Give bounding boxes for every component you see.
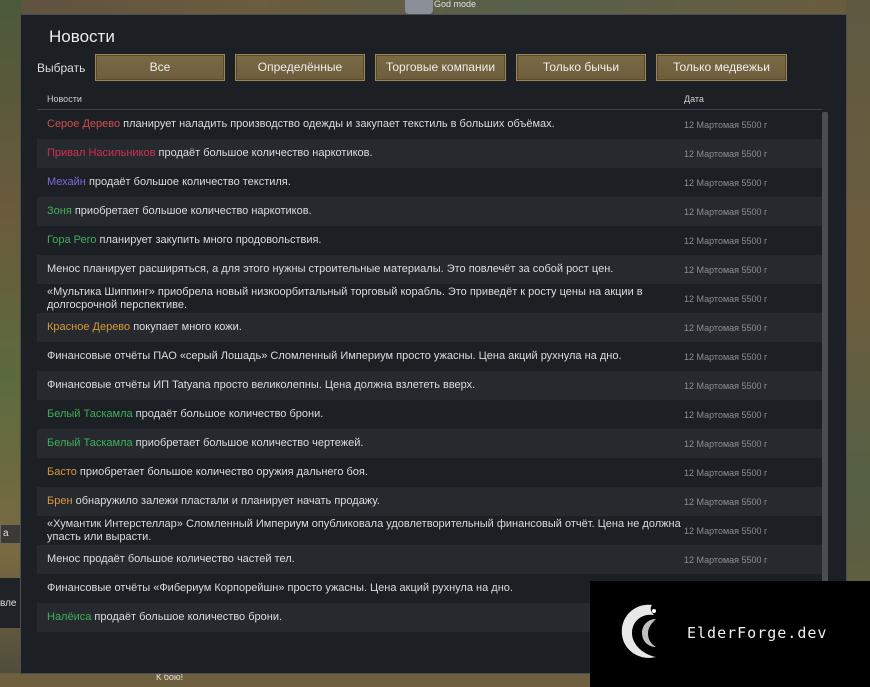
left-panel-text: вле bbox=[0, 578, 22, 628]
filter-label: Выбрать bbox=[37, 61, 86, 75]
news-message: Финансовые отчёты ИП Tatyana просто вели… bbox=[47, 379, 687, 392]
news-window: Новости Выбрать Все Определённые Торговы… bbox=[20, 14, 847, 674]
news-date: 12 Мартомая 5500 г bbox=[684, 264, 768, 275]
news-date: 12 Мартомая 5500 г bbox=[684, 148, 768, 159]
news-text: Менос планирует расширяться, а для этого… bbox=[47, 263, 614, 275]
news-entity-name: Привал Насильников bbox=[47, 147, 156, 159]
news-message: Гора Рего планирует закупить много продо… bbox=[47, 234, 687, 247]
news-row[interactable]: Мехайн продаёт большое количество тексти… bbox=[37, 168, 822, 197]
news-date: 12 Мартомая 5500 г bbox=[684, 467, 768, 478]
column-header-news[interactable]: Новости bbox=[47, 94, 82, 104]
news-row[interactable]: Гора Рего планирует закупить много продо… bbox=[37, 226, 822, 255]
news-message: Финансовые отчёты ПАО «серый Лошадь» Сло… bbox=[47, 350, 687, 363]
news-message: Менос планирует расширяться, а для этого… bbox=[47, 263, 687, 276]
filter-trade-companies-button[interactable]: Торговые компании bbox=[375, 54, 506, 81]
news-entity-name: Мехайн bbox=[47, 176, 86, 188]
news-text: покупает много кожи. bbox=[130, 321, 242, 333]
news-text: приобретает большое количество оружия да… bbox=[76, 466, 368, 478]
watermark-text: ElderForge.dev bbox=[687, 624, 828, 642]
news-message: Белый Таскамла продаёт большое количеств… bbox=[47, 408, 687, 421]
news-text: приобретает большое количество наркотико… bbox=[71, 205, 312, 217]
news-entity-name: Гора Рего bbox=[47, 234, 97, 246]
news-text: «Хумантик Интерстеллар» Сломленный Импер… bbox=[47, 517, 681, 543]
news-list[interactable]: Серое Дерево планирует наладить производ… bbox=[37, 110, 822, 645]
news-text: продаёт большое количество наркотиков. bbox=[155, 147, 373, 159]
news-row[interactable]: Басто приобретает большое количество ору… bbox=[37, 458, 822, 487]
news-text: планирует наладить производство одежды и… bbox=[120, 118, 555, 130]
news-row[interactable]: Финансовые отчёты ИП Tatyana просто вели… bbox=[37, 371, 822, 400]
news-message: Брен обнаружило залежи пластали и планир… bbox=[47, 495, 687, 508]
news-date: 12 Мартомая 5500 г bbox=[684, 438, 768, 449]
dragon-logo-icon bbox=[621, 604, 656, 658]
news-entity-name: Зоня bbox=[47, 205, 72, 217]
news-text: обнаружило залежи пластали и планирует н… bbox=[72, 495, 380, 507]
news-row[interactable]: Серое Дерево планирует наладить производ… bbox=[37, 110, 822, 139]
news-row[interactable]: Менос продаёт большое количество частей … bbox=[37, 545, 822, 574]
news-entity-name: Белый Таскамла bbox=[47, 437, 133, 449]
news-date: 12 Мартомая 5500 г bbox=[684, 177, 768, 188]
news-date: 12 Мартомая 5500 г bbox=[684, 496, 768, 507]
news-date: 12 Мартомая 5500 г bbox=[684, 119, 768, 130]
news-text: приобретает большое количество чертежей. bbox=[132, 437, 364, 449]
news-date: 12 Мартомая 5500 г bbox=[684, 235, 768, 246]
news-row[interactable]: Белый Таскамла продаёт большое количеств… bbox=[37, 400, 822, 429]
news-date: 12 Мартомая 5500 г bbox=[684, 525, 768, 536]
column-header-date[interactable]: Дата bbox=[684, 94, 704, 104]
news-date: 12 Мартомая 5500 г bbox=[684, 409, 768, 420]
filter-bullish-button[interactable]: Только бычьи bbox=[516, 54, 646, 81]
left-tab-button[interactable]: а bbox=[0, 524, 22, 544]
news-text: продаёт большое количество брони. bbox=[132, 408, 324, 420]
news-message: Белый Таскамла приобретает большое колич… bbox=[47, 437, 687, 450]
godmode-label: God mode bbox=[434, 0, 477, 9]
news-row[interactable]: Финансовые отчёты ПАО «серый Лошадь» Сло… bbox=[37, 342, 822, 371]
news-row[interactable]: «Хумантик Интерстеллар» Сломленный Импер… bbox=[37, 516, 822, 545]
news-text: Финансовые отчёты ИП Tatyana просто вели… bbox=[47, 379, 476, 391]
news-entity-name: Налёиса bbox=[47, 611, 92, 623]
news-text: планирует закупить много продовольствия. bbox=[96, 234, 322, 246]
news-text: Менос продаёт большое количество частей … bbox=[47, 553, 295, 565]
news-row[interactable]: Привал Насильников продаёт большое колич… bbox=[37, 139, 822, 168]
news-text: Финансовые отчёты «Фибериум Корпорейшн» … bbox=[47, 582, 513, 594]
news-message: «Мультика Шиппинг» приобрела новый низко… bbox=[47, 286, 687, 312]
news-date: 12 Мартомая 5500 г bbox=[684, 293, 768, 304]
news-entity-name: Серое Дерево bbox=[47, 118, 121, 130]
news-date: 12 Мартомая 5500 г bbox=[684, 554, 768, 565]
news-message: Басто приобретает большое количество ору… bbox=[47, 466, 687, 479]
filter-all-button[interactable]: Все bbox=[95, 54, 225, 81]
news-message: Мехайн продаёт большое количество тексти… bbox=[47, 176, 687, 189]
news-message: Привал Насильников продаёт большое колич… bbox=[47, 147, 687, 160]
window-title: Новости bbox=[49, 27, 115, 46]
news-text: Финансовые отчёты ПАО «серый Лошадь» Сло… bbox=[47, 350, 622, 362]
news-row[interactable]: Белый Таскамла приобретает большое колич… bbox=[37, 429, 822, 458]
news-date: 12 Мартомая 5500 г bbox=[684, 351, 768, 362]
news-row[interactable]: Зоня приобретает большое количество нарк… bbox=[37, 197, 822, 226]
watermark: ElderForge.dev bbox=[590, 581, 870, 687]
pawn-portrait[interactable] bbox=[405, 0, 433, 14]
news-date: 12 Мартомая 5500 г bbox=[684, 322, 768, 333]
scrollbar-thumb[interactable] bbox=[822, 112, 828, 587]
news-message: Зоня приобретает большое количество нарк… bbox=[47, 205, 687, 218]
news-row[interactable]: Красное Дерево покупает много кожи. 12 Ма… bbox=[37, 313, 822, 342]
news-date: 12 Мартомая 5500 г bbox=[684, 380, 768, 391]
news-entity-name: Брен bbox=[47, 495, 73, 507]
filter-bearish-button[interactable]: Только медвежьи bbox=[656, 54, 787, 81]
news-message: Менос продаёт большое количество частей … bbox=[47, 553, 687, 566]
news-message: Серое Дерево планирует наладить производ… bbox=[47, 118, 687, 131]
news-text: продаёт большое количество брони. bbox=[91, 611, 283, 623]
news-date: 12 Мартомая 5500 г bbox=[684, 206, 768, 217]
news-text: продаёт большое количество текстиля. bbox=[85, 176, 291, 188]
news-entity-name: Белый Таскамла bbox=[47, 408, 133, 420]
news-entity-name: Басто bbox=[47, 466, 77, 478]
news-row[interactable]: Менос планирует расширяться, а для этого… bbox=[37, 255, 822, 284]
news-entity-name: Красное Дерево bbox=[47, 321, 131, 333]
news-row[interactable]: Брен обнаружило залежи пластали и планир… bbox=[37, 487, 822, 516]
filter-specific-button[interactable]: Определённые bbox=[235, 54, 365, 81]
news-row[interactable]: «Мультика Шиппинг» приобрела новый низко… bbox=[37, 284, 822, 313]
news-message: «Хумантик Интерстеллар» Сломленный Импер… bbox=[47, 518, 687, 544]
news-text: «Мультика Шиппинг» приобрела новый низко… bbox=[47, 285, 643, 311]
news-message: Красное Дерево покупает много кожи. bbox=[47, 321, 687, 334]
